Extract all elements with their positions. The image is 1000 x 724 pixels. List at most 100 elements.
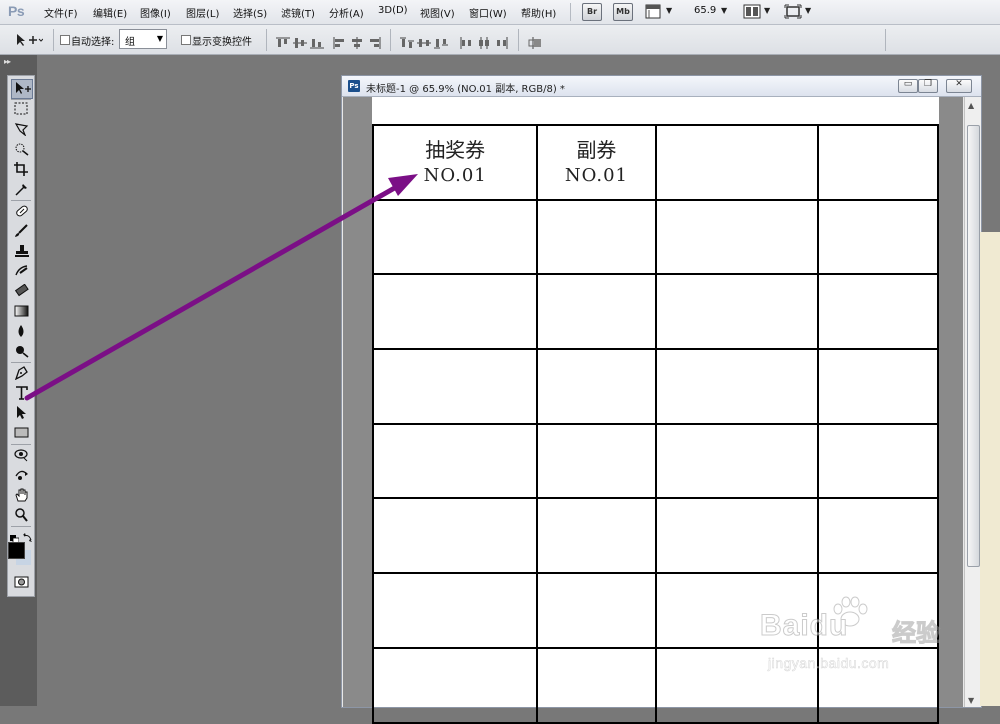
menu-help[interactable]: 帮助(H): [521, 5, 556, 20]
ticket-main-text[interactable]: 抽奖券 NO.01: [374, 137, 536, 188]
table-row: [371, 497, 940, 574]
brush-tool-icon[interactable]: [11, 222, 31, 240]
table-cell: [654, 273, 819, 350]
menu-filter[interactable]: 滤镜(T): [281, 5, 315, 20]
gradient-tool-icon[interactable]: [11, 302, 31, 320]
history-brush-tool-icon[interactable]: [11, 262, 31, 280]
watermark-brand-cn: 经验: [892, 619, 941, 648]
tool-separator: [11, 362, 31, 363]
close-button[interactable]: ✕: [946, 79, 972, 93]
restore-icon: ❐: [923, 79, 933, 89]
hand-tool-icon[interactable]: [11, 486, 31, 504]
auto-select-value: 组: [125, 37, 135, 48]
table-cell: [371, 348, 539, 425]
menu-bar: Ps 文件(F) 编辑(E) 图像(I) 图层(L) 选择(S) 滤镜(T) 分…: [0, 0, 1000, 25]
move-tool-icon[interactable]: [11, 79, 33, 99]
menu-view[interactable]: 视图(V): [420, 5, 455, 20]
marquee-tool-icon[interactable]: [11, 100, 31, 118]
tool-separator: [11, 444, 31, 445]
distribute-horizontal-center-icon[interactable]: [477, 34, 491, 49]
quick-mask-icon[interactable]: [11, 573, 31, 591]
foreground-color-swatch[interactable]: [8, 542, 25, 559]
path-selection-tool-icon[interactable]: [11, 404, 31, 422]
photoshop-logo: Ps: [8, 3, 25, 19]
align-right-icon[interactable]: [367, 34, 381, 49]
move-tool-preset-icon[interactable]: [15, 32, 44, 51]
restore-button[interactable]: ❐: [918, 79, 938, 93]
distribute-vertical-center-icon[interactable]: [417, 34, 431, 47]
pen-tool-icon[interactable]: [11, 364, 31, 382]
chevron-down-icon[interactable]: ▼: [721, 6, 727, 15]
auto-select-checkbox[interactable]: [60, 35, 70, 45]
dodge-tool-icon[interactable]: [11, 342, 31, 360]
mini-bridge-button[interactable]: Mb: [613, 3, 633, 21]
ticket-stub-text[interactable]: 副券 NO.01: [538, 137, 654, 188]
align-top-icon[interactable]: [276, 34, 290, 47]
3d-orbit-tool-icon[interactable]: [11, 466, 31, 484]
panel-collapse-icon[interactable]: ▸▸: [4, 57, 11, 66]
align-left-icon[interactable]: [333, 34, 347, 49]
scroll-up-icon[interactable]: ▲: [968, 101, 974, 110]
align-horizontal-center-icon[interactable]: [350, 34, 364, 49]
background-document-preview[interactable]: [980, 232, 1000, 706]
chevron-down-icon[interactable]: ▼: [805, 6, 811, 15]
eyedropper-tool-icon[interactable]: [11, 180, 31, 198]
healing-brush-tool-icon[interactable]: [11, 202, 31, 220]
eraser-tool-icon[interactable]: [11, 282, 31, 300]
table-cell: [816, 124, 940, 201]
distribute-top-icon[interactable]: [400, 34, 414, 48]
distribute-right-icon[interactable]: [494, 34, 508, 49]
table-row: [371, 348, 940, 425]
clone-stamp-tool-icon[interactable]: [11, 242, 31, 260]
show-transform-checkbox[interactable]: [181, 35, 191, 45]
crop-tool-icon[interactable]: [11, 160, 31, 178]
blur-tool-icon[interactable]: [11, 322, 31, 340]
align-vertical-center-icon[interactable]: [293, 34, 307, 48]
auto-align-layers-icon[interactable]: [528, 34, 542, 49]
distribute-left-icon[interactable]: [460, 34, 474, 49]
menu-select[interactable]: 选择(S): [233, 5, 267, 20]
rectangle-tool-icon[interactable]: [11, 424, 31, 442]
ticket-stub-title: 副券: [576, 137, 617, 162]
table-cell: [654, 124, 819, 201]
vertical-scrollbar[interactable]: ▲ ▼: [964, 97, 981, 707]
3d-rotate-tool-icon[interactable]: [11, 446, 31, 464]
table-cell: [536, 572, 657, 649]
ticket-main-cell: 抽奖券 NO.01: [371, 124, 539, 201]
chevron-down-icon[interactable]: ▼: [764, 6, 770, 15]
options-separator: [390, 29, 391, 51]
view-extras-icon[interactable]: [645, 4, 661, 23]
arrange-documents-icon[interactable]: [743, 4, 761, 23]
menu-file[interactable]: 文件(F): [44, 5, 78, 20]
lasso-tool-icon[interactable]: [11, 120, 31, 138]
show-transform-label: 显示变换控件: [192, 37, 252, 48]
auto-select-dropdown[interactable]: 组 ▼: [119, 29, 167, 49]
document-title-bar[interactable]: Ps 未标题-1 @ 65.9% (NO.01 副本, RGB/8) * ▭ ❐…: [342, 76, 981, 97]
menu-layer[interactable]: 图层(L): [186, 5, 219, 20]
menu-image[interactable]: 图像(I): [140, 5, 171, 20]
distribute-bottom-icon[interactable]: [434, 34, 448, 49]
options-separator: [53, 29, 54, 51]
menu-separator: [570, 3, 571, 21]
table-cell: [536, 497, 657, 574]
quick-selection-tool-icon[interactable]: [11, 140, 31, 158]
bridge-button[interactable]: Br: [582, 3, 602, 21]
scroll-down-icon[interactable]: ▼: [968, 696, 974, 705]
table-cell: [654, 348, 819, 425]
chevron-down-icon: ▼: [156, 34, 163, 43]
menu-3d[interactable]: 3D(D): [378, 5, 408, 16]
table-cell: [371, 199, 539, 275]
menu-edit[interactable]: 编辑(E): [93, 5, 127, 20]
table-row: [371, 273, 940, 350]
zoom-level[interactable]: 65.9: [694, 5, 716, 16]
menu-window[interactable]: 窗口(W): [469, 5, 507, 20]
minimize-button[interactable]: ▭: [898, 79, 918, 93]
scrollbar-thumb[interactable]: [967, 125, 980, 567]
zoom-tool-icon[interactable]: [11, 506, 31, 524]
screen-mode-icon[interactable]: [784, 4, 802, 23]
table-cell: [816, 497, 940, 574]
menu-analysis[interactable]: 分析(A): [329, 5, 364, 20]
type-tool-icon[interactable]: [11, 384, 31, 402]
align-bottom-icon[interactable]: [310, 34, 324, 49]
chevron-down-icon[interactable]: ▼: [666, 6, 672, 15]
